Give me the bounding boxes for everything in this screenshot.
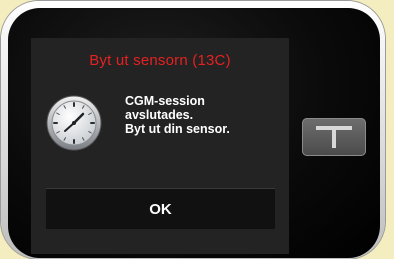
t-button[interactable]	[302, 118, 366, 156]
insulin-pump-device: Byt ut sensorn (13C) CGM-session avsluta…	[0, 0, 394, 259]
alert-screen: Byt ut sensorn (13C) CGM-session avsluta…	[31, 38, 289, 254]
alert-title: Byt ut sensorn (13C)	[89, 52, 231, 69]
alert-message-line: Byt ut din sensor.	[125, 122, 230, 136]
t-logo-icon	[316, 126, 352, 148]
ok-button[interactable]: OK	[46, 188, 275, 229]
alert-message: CGM-session avslutades. Byt ut din senso…	[125, 94, 285, 136]
clock-icon	[45, 94, 103, 152]
alert-message-line: avslutades.	[125, 108, 194, 122]
alert-message-line: CGM-session	[125, 94, 205, 108]
